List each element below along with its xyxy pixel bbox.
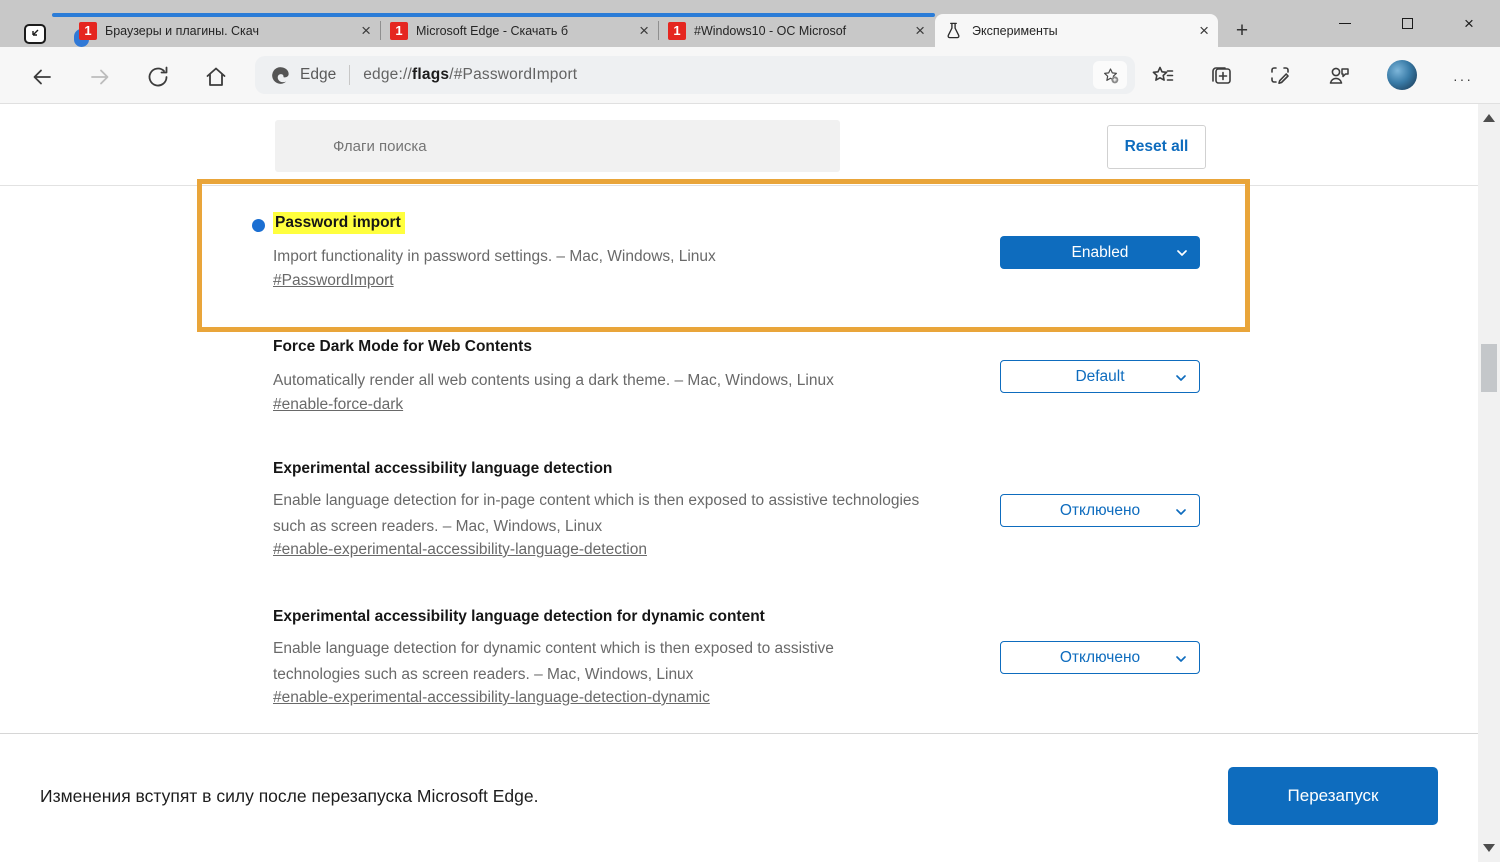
site-favicon: 1	[668, 21, 686, 40]
feedback-button[interactable]	[1326, 63, 1352, 89]
flag-permalink-accessibility-lang-dynamic[interactable]: #enable-experimental-accessibility-langu…	[273, 689, 710, 707]
flag-title-accessibility-lang-dynamic: Experimental accessibility language dete…	[273, 608, 765, 625]
star-plus-icon	[1103, 67, 1118, 83]
tab-title: Эксперименты	[972, 23, 1058, 38]
tab-windows10[interactable]: 1 #Windows10 - ОС Microsof ×	[659, 14, 934, 47]
vertical-tabs-button[interactable]	[24, 24, 46, 44]
maximize-icon	[1401, 18, 1413, 29]
flag-dropdown-accessibility-lang[interactable]: Отключено	[1000, 494, 1200, 527]
flags-search-input[interactable]	[275, 120, 840, 172]
site-favicon: 1	[390, 21, 408, 40]
flag-dropdown-value: Отключено	[1059, 501, 1141, 519]
flag-dropdown-accessibility-lang-dynamic[interactable]: Отключено	[1000, 641, 1200, 674]
flag-title-force-dark: Force Dark Mode for Web Contents	[273, 338, 532, 355]
close-window-button[interactable]: ×	[1446, 0, 1492, 47]
restart-bar: Изменения вступят в силу после перезапус…	[0, 733, 1478, 862]
restart-button[interactable]: Перезапуск	[1228, 767, 1438, 825]
flags-page: Reset all Password import Import functio…	[0, 104, 1478, 733]
tab-title: #Windows10 - ОС Microsof	[694, 23, 847, 38]
flag-title-accessibility-lang: Experimental accessibility language dete…	[273, 460, 613, 477]
tab-close-icon[interactable]: ×	[639, 22, 649, 39]
url-rest: /#PasswordImport	[449, 66, 578, 83]
tab-close-icon[interactable]: ×	[1199, 22, 1209, 39]
flag-description: Enable language detection for in-page co…	[273, 492, 920, 535]
flag-permalink-force-dark[interactable]: #enable-force-dark	[273, 396, 403, 414]
flag-description: Enable language detection for dynamic co…	[273, 640, 834, 683]
web-capture-button[interactable]	[1267, 63, 1293, 89]
url-host: flags	[412, 66, 450, 83]
url-scheme: edge://	[363, 66, 413, 83]
annotation-box	[197, 179, 1250, 332]
tab-close-icon[interactable]: ×	[915, 22, 925, 39]
scrollbar[interactable]	[1478, 104, 1500, 862]
tab-close-icon[interactable]: ×	[361, 22, 371, 39]
profile-avatar[interactable]	[1387, 60, 1417, 90]
scroll-down-button[interactable]	[1483, 844, 1495, 852]
vertical-tabs-icon	[32, 29, 39, 36]
settings-menu-button[interactable]: ···	[1448, 71, 1478, 87]
close-icon: ×	[1464, 14, 1474, 33]
back-button[interactable]	[30, 65, 54, 89]
tab-experiments-active[interactable]: Эксперименты ×	[935, 14, 1218, 47]
site-name: Edge	[300, 66, 337, 83]
url-text[interactable]: edge://flags/#PasswordImport	[363, 66, 577, 84]
edge-logo-icon	[272, 66, 289, 84]
reload-button[interactable]	[146, 65, 170, 89]
add-favorite-button[interactable]	[1093, 61, 1127, 89]
scrollbar-thumb[interactable]	[1481, 344, 1497, 392]
reset-all-button[interactable]: Reset all	[1107, 125, 1206, 169]
flag-permalink-accessibility-lang[interactable]: #enable-experimental-accessibility-langu…	[273, 541, 647, 559]
site-favicon: 1	[79, 21, 97, 40]
favorites-button[interactable]	[1150, 63, 1176, 89]
flag-dropdown-force-dark[interactable]: Default	[1000, 360, 1200, 393]
beaker-icon	[947, 22, 960, 39]
forward-button[interactable]	[88, 65, 112, 89]
address-divider	[349, 65, 351, 85]
address-bar[interactable]: Edge edge://flags/#PasswordImport	[255, 56, 1135, 94]
maximize-button[interactable]	[1384, 0, 1430, 47]
chevron-down-icon	[1176, 509, 1186, 515]
flag-description: Automatically render all web contents us…	[273, 372, 834, 389]
flag-dropdown-value: Отключено	[1059, 648, 1141, 666]
tab-strip: 1 Браузеры и плагины. Скач × 1 Microsoft…	[0, 0, 1500, 47]
flag-dropdown-value: Default	[1075, 367, 1125, 385]
tab-edge-download[interactable]: 1 Microsoft Edge - Скачать б ×	[381, 14, 658, 47]
restart-notice: Изменения вступят в силу после перезапус…	[40, 786, 539, 806]
tab-title: Microsoft Edge - Скачать б	[416, 23, 568, 38]
browser-toolbar: Edge edge://flags/#PasswordImport ···	[0, 47, 1500, 104]
home-button[interactable]	[204, 65, 228, 89]
tab-title: Браузеры и плагины. Скач	[105, 23, 259, 38]
chevron-down-icon	[1176, 656, 1186, 662]
minimize-button[interactable]	[1322, 0, 1368, 47]
tab-browsers-plugins[interactable]: 1 Браузеры и плагины. Скач ×	[70, 14, 380, 47]
collections-button[interactable]	[1208, 63, 1234, 89]
chevron-down-icon	[1176, 375, 1186, 381]
minimize-icon	[1339, 23, 1351, 24]
scroll-up-button[interactable]	[1483, 114, 1495, 122]
new-tab-button[interactable]: +	[1230, 20, 1254, 44]
